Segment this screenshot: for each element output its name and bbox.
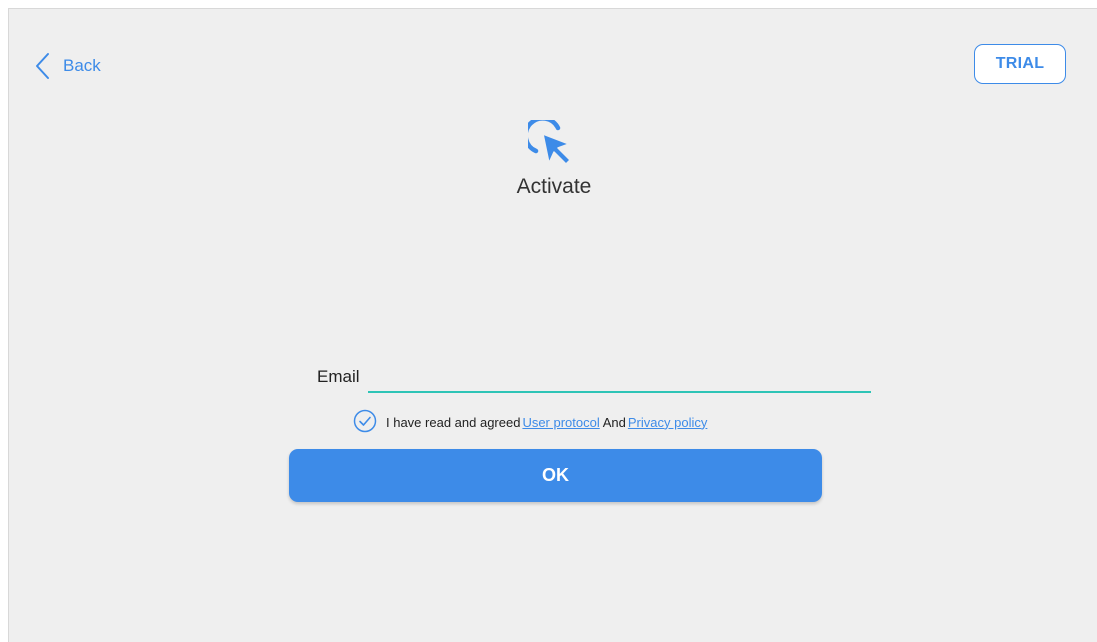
user-protocol-link[interactable]: User protocol xyxy=(522,415,599,430)
agreement-text: I have read and agreed xyxy=(386,414,521,430)
activate-screen: Back TRIAL Activate Email I have read an… xyxy=(8,8,1097,642)
trial-button[interactable]: TRIAL xyxy=(974,44,1066,84)
back-button[interactable]: Back xyxy=(35,51,101,81)
chevron-left-icon xyxy=(35,52,51,80)
page-title: Activate xyxy=(516,175,592,198)
back-label: Back xyxy=(63,56,101,75)
agreement-conjunction: And xyxy=(602,414,626,430)
agreement-row: I have read and agreed User protocol And… xyxy=(353,409,707,435)
email-label: Email xyxy=(317,367,360,386)
privacy-policy-link[interactable]: Privacy policy xyxy=(628,415,707,430)
email-field[interactable] xyxy=(368,365,871,393)
check-circle-icon[interactable] xyxy=(353,409,377,436)
ok-button[interactable]: OK xyxy=(289,449,822,502)
cursor-click-icon xyxy=(523,116,578,170)
